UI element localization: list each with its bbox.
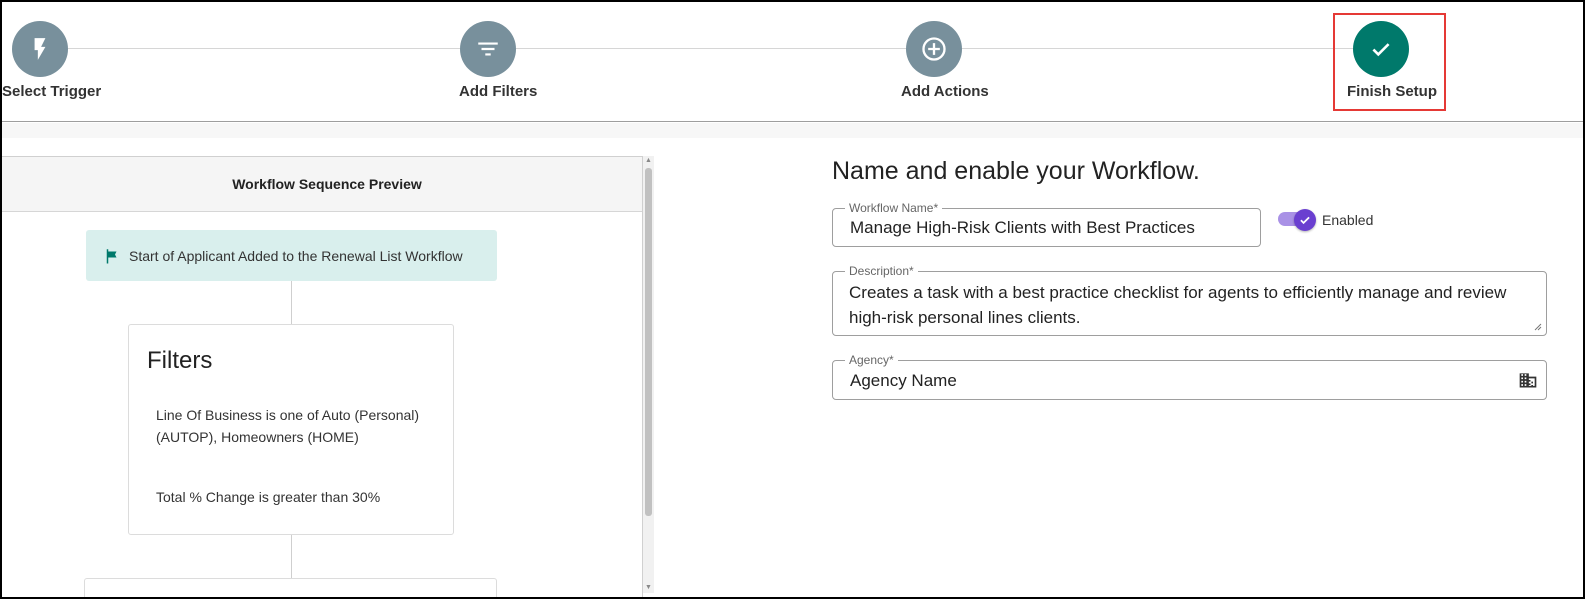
step-label: Select Trigger (2, 83, 102, 100)
building-icon[interactable] (1518, 370, 1538, 390)
check-icon (1294, 209, 1316, 231)
flag-icon (103, 247, 121, 265)
filter-condition: Total % Change is greater than 30% (156, 489, 381, 505)
start-node[interactable]: Start of Applicant Added to the Renewal … (86, 230, 497, 281)
scroll-up-arrow-icon[interactable]: ▲ (643, 156, 654, 166)
plus-circle-icon[interactable] (906, 21, 962, 77)
form-title: Name and enable your Workflow. (832, 157, 1200, 185)
actions-card[interactable] (84, 578, 497, 597)
workflow-name-label: Workflow Name* (845, 201, 943, 215)
agency-value[interactable]: Agency Name (850, 371, 957, 391)
preview-scrollbar[interactable]: ▲ ▼ (643, 156, 654, 593)
step-label: Add Filters (459, 83, 538, 100)
filter-icon[interactable] (460, 21, 516, 77)
agency-label: Agency* (845, 353, 898, 367)
stepper-connector (40, 48, 1380, 49)
enabled-label: Enabled (1322, 212, 1374, 228)
workflow-sequence-preview: Workflow Sequence Preview Start of Appli… (2, 156, 643, 597)
description-label: Description* (845, 264, 918, 278)
filters-card[interactable]: Filters Line Of Business is one of Auto … (128, 324, 454, 535)
workflow-name-field[interactable]: Workflow Name* Manage High-Risk Clients … (832, 201, 1261, 247)
description-textarea[interactable]: Creates a task with a best practice chec… (849, 280, 1514, 330)
lightning-icon[interactable] (12, 21, 68, 77)
enabled-toggle[interactable] (1278, 209, 1318, 231)
sequence-connector (291, 281, 292, 324)
sequence-connector (291, 535, 292, 578)
scrollbar-thumb[interactable] (645, 168, 652, 516)
step-label: Add Actions (901, 83, 989, 100)
filter-condition: Line Of Business is one of Auto (Persona… (156, 407, 420, 445)
filters-card-title: Filters (147, 347, 213, 374)
start-node-label: Start of Applicant Added to the Renewal … (129, 247, 463, 264)
description-field[interactable]: Description* Creates a task with a best … (832, 264, 1547, 336)
app-frame: Select Trigger Add Filters Add Actions F… (0, 0, 1585, 599)
resize-grip-icon[interactable] (1532, 321, 1542, 331)
agency-field[interactable]: Agency* Agency Name (832, 353, 1547, 400)
scroll-down-arrow-icon[interactable]: ▼ (643, 583, 654, 593)
setup-stepper: Select Trigger Add Filters Add Actions F… (2, 2, 1583, 122)
workflow-name-value[interactable]: Manage High-Risk Clients with Best Pract… (850, 218, 1195, 238)
finish-setup-highlight-box (1333, 13, 1446, 111)
divider-band (2, 123, 1583, 138)
preview-header: Workflow Sequence Preview (2, 157, 642, 212)
